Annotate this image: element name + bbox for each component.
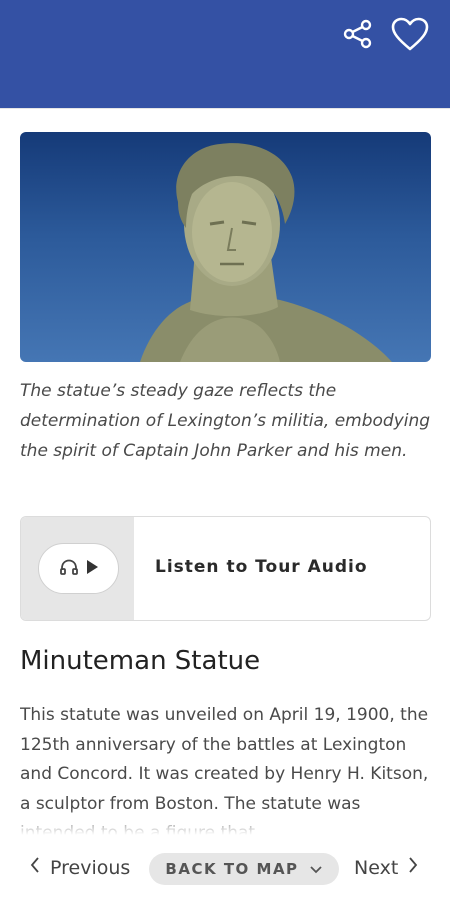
share-icon[interactable] (338, 14, 378, 54)
next-button[interactable]: Next (354, 856, 418, 879)
previous-label: Previous (50, 856, 131, 879)
back-to-map-label: BACK TO MAP (165, 860, 299, 878)
statue-photo (20, 132, 431, 362)
heart-icon[interactable] (390, 14, 430, 54)
headphones-icon (59, 558, 79, 580)
tour-audio-card[interactable]: Listen to Tour Audio (20, 516, 431, 621)
chevron-down-icon (309, 860, 323, 878)
play-audio-button[interactable] (38, 543, 119, 594)
stop-title: Minuteman Statue (20, 646, 261, 676)
chevron-left-icon (30, 856, 40, 879)
stop-description: This statute was unveiled on April 19, 1… (20, 705, 429, 835)
next-label: Next (354, 856, 399, 879)
back-to-map-button[interactable]: BACK TO MAP (149, 853, 339, 885)
audio-control-area (21, 517, 134, 620)
header-divider (0, 108, 450, 109)
play-icon (85, 559, 99, 579)
app-header (0, 0, 450, 108)
chevron-right-icon (408, 856, 418, 879)
audio-label: Listen to Tour Audio (155, 557, 368, 577)
previous-button[interactable]: Previous (30, 856, 130, 879)
photo-caption: The statue’s steady gaze reflects the de… (20, 381, 431, 461)
bottom-navigation: Previous BACK TO MAP Next (0, 838, 450, 900)
